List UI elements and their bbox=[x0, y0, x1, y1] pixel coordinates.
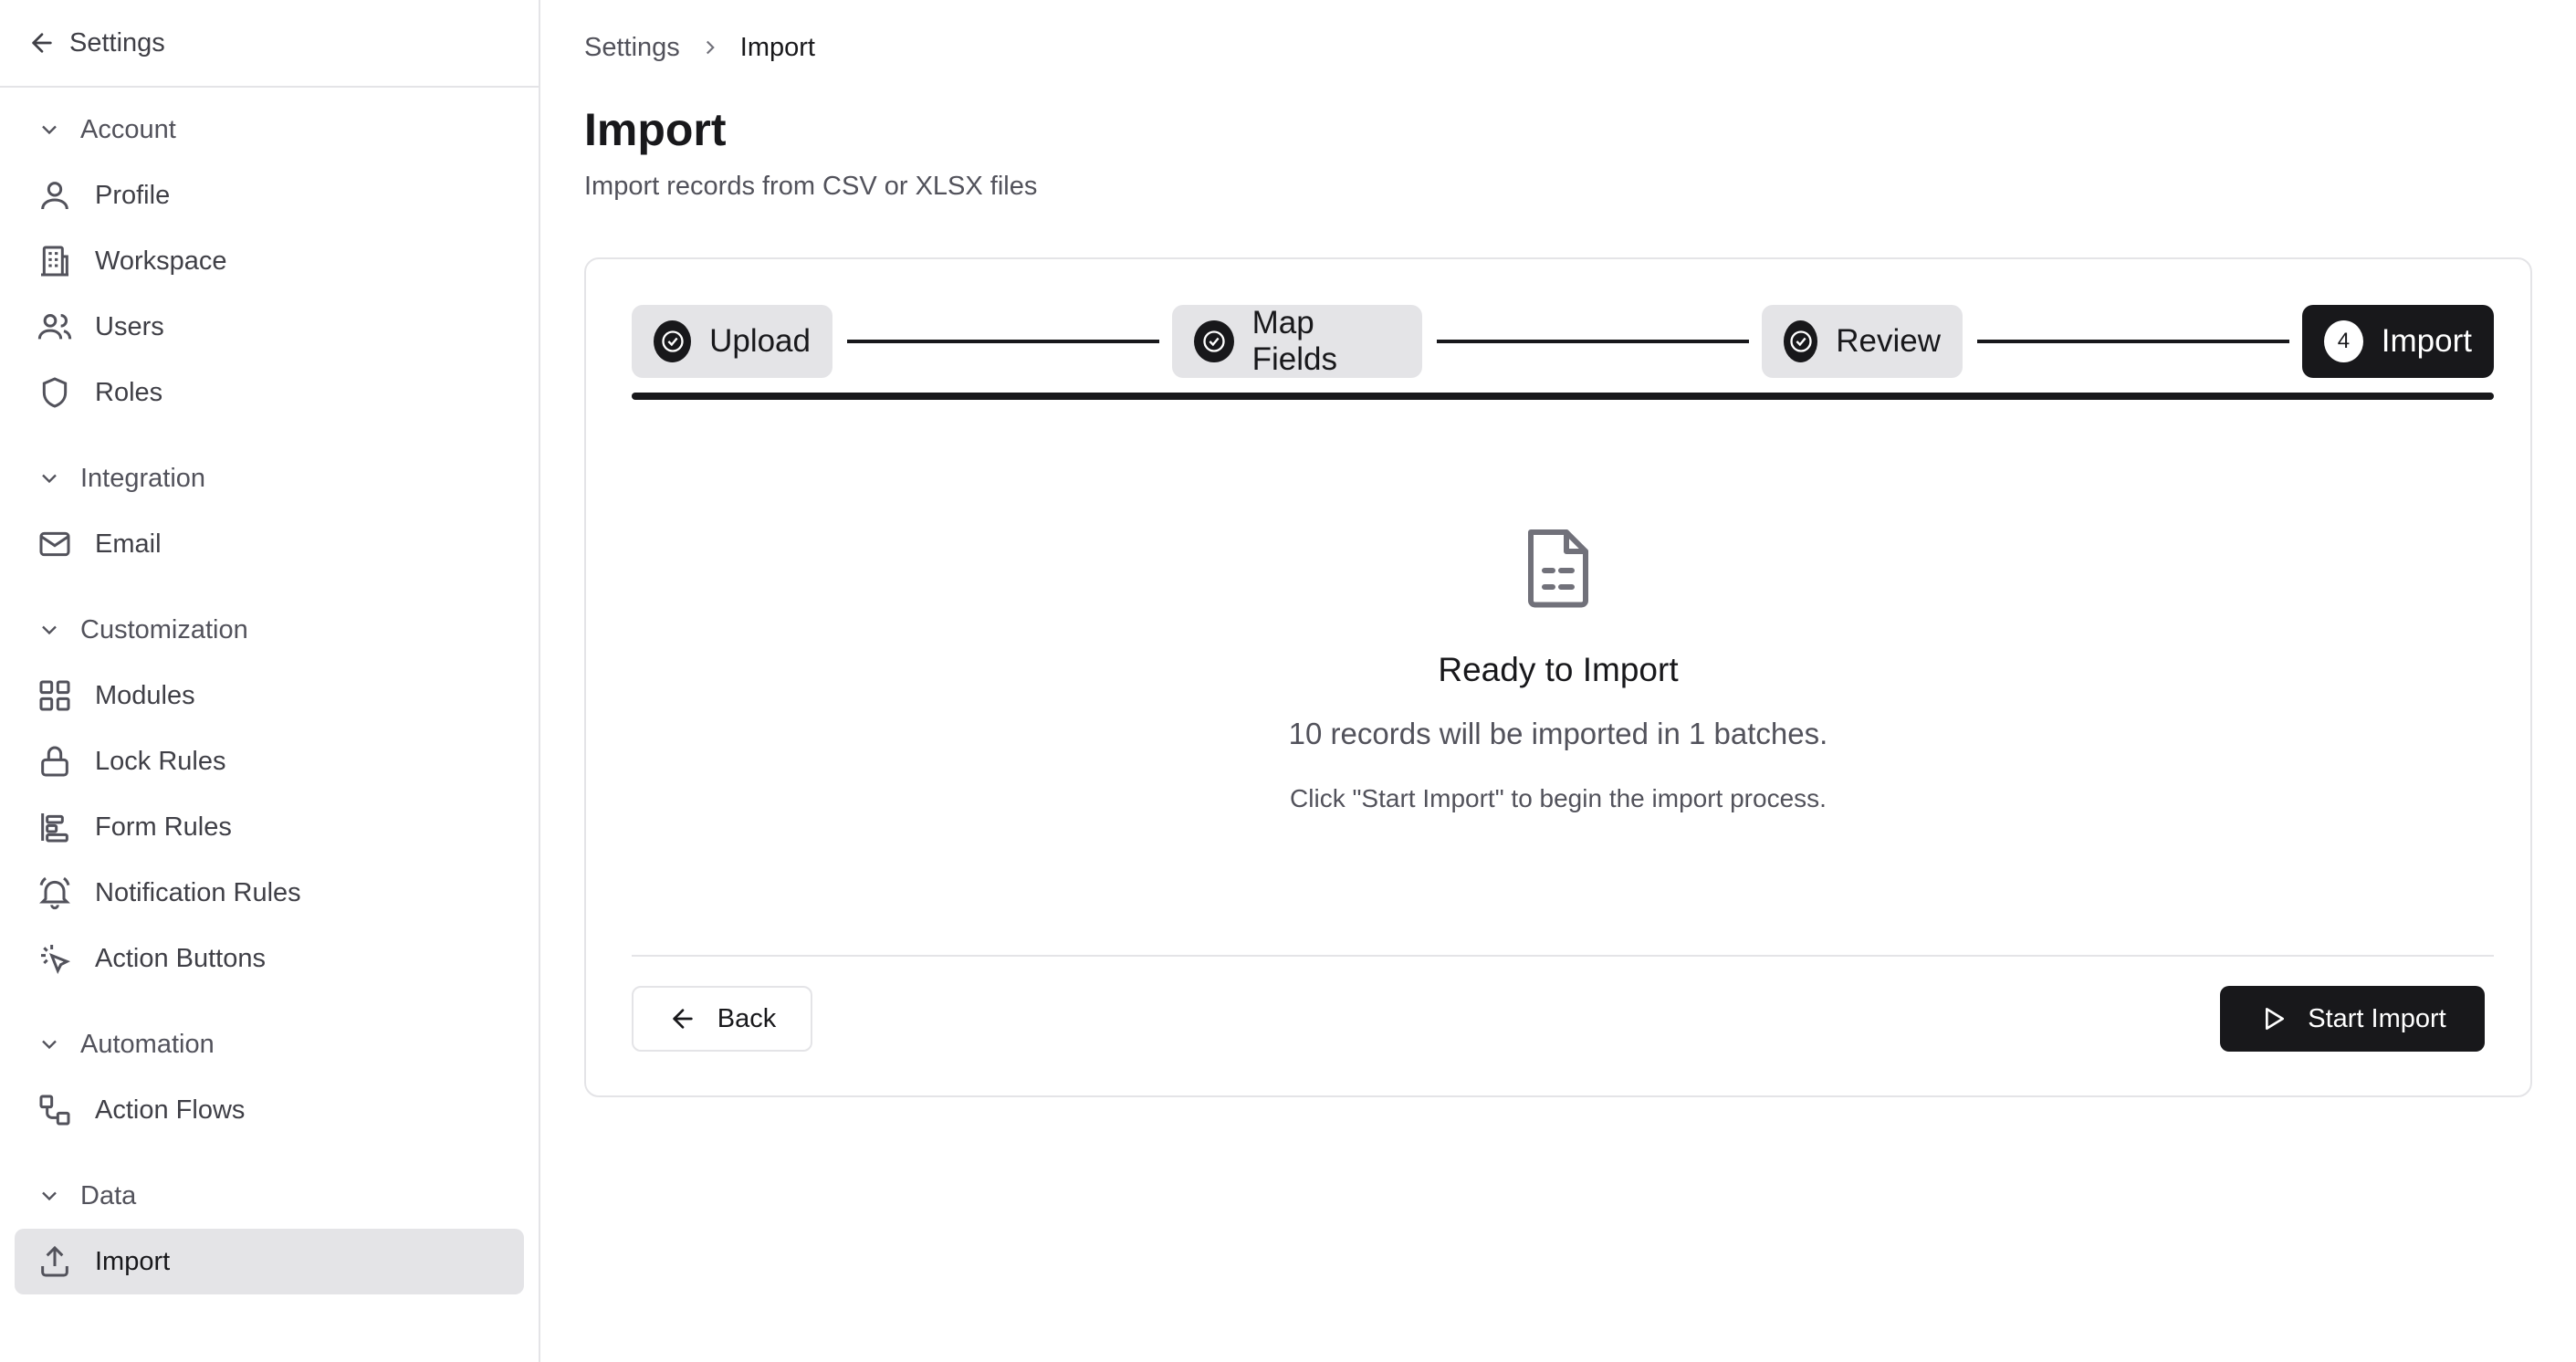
start-import-button[interactable]: Start Import bbox=[2220, 986, 2485, 1052]
ready-title: Ready to Import bbox=[1438, 651, 1679, 688]
section-label: Account bbox=[80, 114, 176, 144]
sidebar-item-label: Action Flows bbox=[95, 1095, 246, 1125]
sidebar-back-label: Settings bbox=[69, 27, 165, 58]
sidebar-item-label: Modules bbox=[95, 680, 195, 710]
step-label: Map Fields bbox=[1251, 305, 1338, 377]
step-import[interactable]: 4 Import bbox=[2302, 305, 2494, 378]
sidebar-item-action-flows[interactable]: Action Flows bbox=[15, 1077, 524, 1143]
sidebar-back-link[interactable]: Settings bbox=[0, 0, 539, 88]
step-connector bbox=[1437, 340, 1749, 343]
sidebar-item-action-buttons[interactable]: Action Buttons bbox=[15, 926, 524, 991]
user-icon bbox=[41, 182, 68, 210]
page-title: Import bbox=[584, 104, 727, 155]
start-import-label: Start Import bbox=[2308, 1003, 2446, 1033]
sidebar-item-label: Notification Rules bbox=[95, 877, 301, 907]
progress-bar bbox=[632, 393, 2494, 400]
breadcrumb: Settings Import bbox=[584, 0, 2576, 95]
arrow-left-icon bbox=[32, 33, 52, 53]
sidebar-item-label: Users bbox=[95, 311, 164, 341]
sidebar-item-modules[interactable]: Modules bbox=[15, 663, 524, 728]
step-connector bbox=[1977, 340, 2289, 343]
workflow-icon bbox=[39, 1095, 70, 1126]
sidebar-item-label: Import bbox=[95, 1246, 171, 1276]
pointer-click-icon bbox=[41, 945, 70, 974]
sidebar-item-lock-rules[interactable]: Lock Rules bbox=[15, 728, 524, 794]
building-icon bbox=[41, 246, 68, 277]
section-label: Automation bbox=[80, 1029, 215, 1059]
sidebar-item-email[interactable]: Email bbox=[15, 511, 524, 577]
users-icon bbox=[37, 314, 72, 340]
sidebar-item-label: Roles bbox=[95, 377, 163, 407]
back-button[interactable]: Back bbox=[632, 986, 812, 1052]
sidebar-item-label: Email bbox=[95, 529, 162, 559]
bell-icon bbox=[39, 876, 70, 910]
step-upload[interactable]: Upload bbox=[632, 305, 832, 378]
lock-icon bbox=[41, 746, 68, 777]
section-customization[interactable]: Customization bbox=[0, 597, 539, 663]
sidebar-item-label: Profile bbox=[95, 180, 171, 210]
play-icon bbox=[2266, 1008, 2285, 1030]
chevron-down-icon bbox=[42, 1191, 57, 1201]
section-data[interactable]: Data bbox=[0, 1163, 539, 1229]
align-left-icon bbox=[41, 813, 68, 843]
shield-icon bbox=[42, 377, 68, 408]
breadcrumb-settings-link[interactable]: Settings bbox=[584, 33, 680, 63]
step-label: Import bbox=[2381, 323, 2472, 359]
step-label: Upload bbox=[709, 323, 811, 359]
chevron-right-icon bbox=[706, 40, 715, 55]
check-circle-icon bbox=[1194, 320, 1234, 362]
section-label: Data bbox=[80, 1180, 137, 1210]
progress-fill bbox=[632, 393, 2494, 400]
footer-divider bbox=[632, 955, 2494, 957]
main-content: Settings Import Import Import records fr… bbox=[584, 0, 2576, 1097]
file-spreadsheet-icon bbox=[1528, 529, 1588, 608]
chevron-down-icon bbox=[42, 474, 57, 484]
check-circle-icon bbox=[654, 320, 692, 362]
section-label: Integration bbox=[80, 463, 206, 493]
mail-icon bbox=[39, 531, 70, 557]
arrow-left-icon bbox=[673, 1009, 693, 1029]
sidebar-item-roles[interactable]: Roles bbox=[15, 360, 524, 425]
step-connector bbox=[847, 340, 1159, 343]
step-review[interactable]: Review bbox=[1762, 305, 1963, 378]
step-number: 4 bbox=[2324, 320, 2363, 362]
sidebar-item-profile[interactable]: Profile bbox=[15, 162, 524, 228]
back-button-label: Back bbox=[717, 1003, 777, 1033]
breadcrumb-current: Import bbox=[739, 32, 815, 62]
ready-description: 10 records will be imported in 1 batches… bbox=[1288, 717, 1828, 750]
chevron-down-icon bbox=[42, 625, 57, 635]
section-account[interactable]: Account bbox=[0, 97, 539, 162]
sidebar-item-label: Form Rules bbox=[95, 812, 232, 842]
stepper: Upload Map Fields Review 4 Import bbox=[632, 305, 2494, 383]
grid-icon bbox=[39, 680, 70, 711]
sidebar-item-label: Workspace bbox=[95, 246, 227, 276]
ready-panel: Ready to Import 10 records will be impor… bbox=[586, 524, 2530, 813]
chevron-down-icon bbox=[42, 125, 57, 135]
sidebar-item-users[interactable]: Users bbox=[15, 294, 524, 360]
section-automation[interactable]: Automation bbox=[0, 1011, 539, 1077]
sidebar-item-import[interactable]: Import bbox=[15, 1229, 524, 1294]
sidebar-item-notification-rules[interactable]: Notification Rules bbox=[15, 860, 524, 926]
chevron-down-icon bbox=[42, 1040, 57, 1050]
sidebar-item-form-rules[interactable]: Form Rules bbox=[15, 794, 524, 860]
step-map-fields[interactable]: Map Fields bbox=[1172, 305, 1422, 378]
page-subtitle: Import records from CSV or XLSX files bbox=[584, 172, 1038, 201]
import-wizard-card: Upload Map Fields Review 4 Import Ready … bbox=[584, 257, 2532, 1097]
section-integration[interactable]: Integration bbox=[0, 445, 539, 511]
step-label: Review bbox=[1836, 323, 1941, 359]
sidebar-item-label: Action Buttons bbox=[95, 943, 266, 973]
upload-icon bbox=[41, 1245, 68, 1277]
section-label: Customization bbox=[80, 614, 248, 644]
sidebar-item-label: Lock Rules bbox=[95, 746, 226, 776]
sidebar-item-workspace[interactable]: Workspace bbox=[15, 228, 524, 294]
app: Settings Account Profile Workspace Users… bbox=[0, 0, 2576, 1362]
check-circle-icon bbox=[1784, 320, 1818, 362]
sidebar: Settings Account Profile Workspace Users… bbox=[0, 0, 540, 1362]
ready-hint: Click "Start Import" to begin the import… bbox=[1290, 784, 1827, 812]
